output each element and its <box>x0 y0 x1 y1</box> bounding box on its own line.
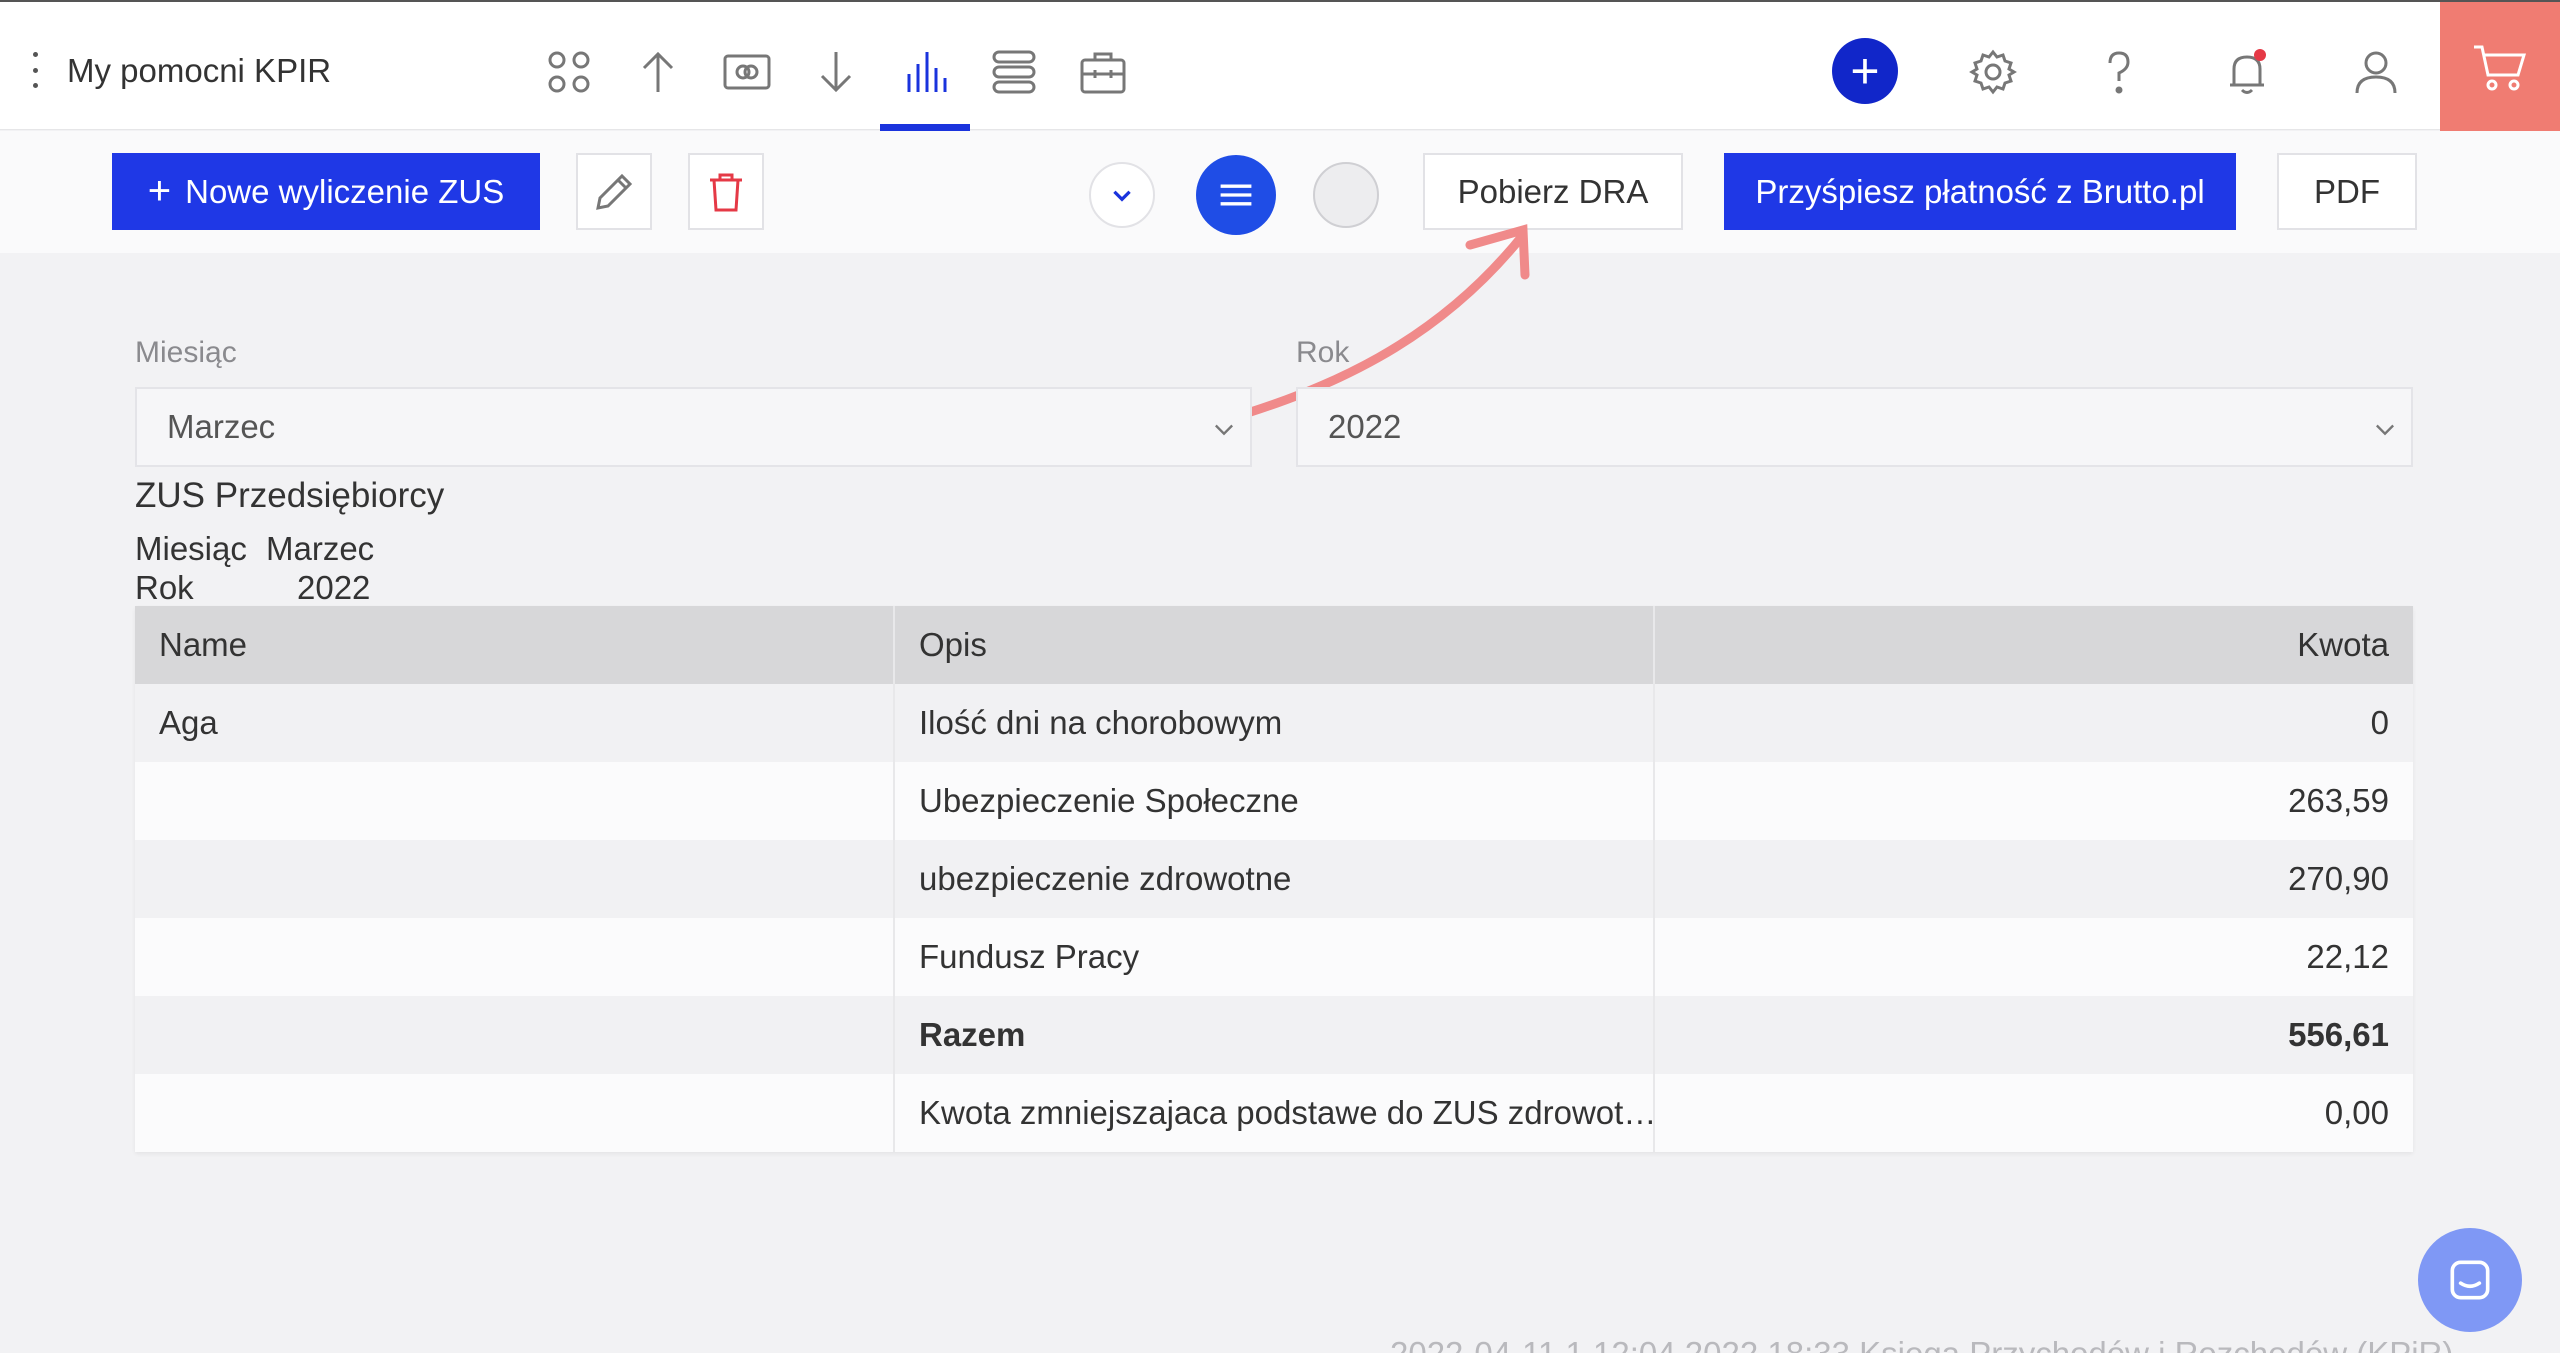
expand-toggle[interactable] <box>1089 162 1155 228</box>
column-header-description[interactable]: Opis <box>895 606 1655 684</box>
cell-description: ubezpieczenie zdrowotne <box>895 840 1655 918</box>
top-bar: My pomocni KPIR + <box>0 0 2560 132</box>
chat-icon <box>2450 1260 2490 1300</box>
cart-button[interactable] <box>2440 2 2560 132</box>
cell-amount: 0,00 <box>2324 1094 2389 1131</box>
table-row[interactable]: Ubezpieczenie Społeczne 263,59 <box>135 762 2413 840</box>
table-row[interactable]: Kwota zmniejszajaca podstawe do ZUS zdro… <box>135 1074 2413 1152</box>
table-row[interactable]: Fundusz Pracy 22,12 <box>135 918 2413 996</box>
new-zus-calculation-button[interactable]: + Nowe wyliczenie ZUS <box>112 153 540 230</box>
cell-name <box>135 918 895 996</box>
kebab-menu-icon[interactable] <box>30 52 40 88</box>
user-icon[interactable] <box>2346 42 2406 102</box>
arrow-down-icon[interactable] <box>806 42 866 102</box>
meta-month-label: Miesiąc <box>135 530 247 567</box>
cell-description: Ubezpieczenie Społeczne <box>895 762 1655 840</box>
cell-name <box>135 762 895 840</box>
arrow-up-icon[interactable] <box>628 42 688 102</box>
table-header: Name Opis Kwota <box>135 606 2413 684</box>
month-label: Miesiąc <box>135 336 237 369</box>
cell-name <box>135 996 895 1074</box>
meta-year-label: Rok <box>135 569 194 606</box>
trash-icon <box>710 173 742 211</box>
cell-amount: 22,12 <box>2306 938 2389 975</box>
chat-button[interactable] <box>2418 1228 2522 1332</box>
delete-button[interactable] <box>688 153 764 230</box>
cell-name <box>135 1074 895 1152</box>
add-button[interactable]: + <box>1832 38 1898 104</box>
column-header-name[interactable]: Name <box>135 606 895 684</box>
year-label: Rok <box>1296 336 1350 369</box>
bar-chart-icon[interactable] <box>895 42 955 102</box>
pdf-button[interactable]: PDF <box>2277 153 2417 230</box>
cell-description: Kwota zmniejszajaca podstawe do ZUS zdro… <box>895 1074 1655 1152</box>
cell-amount: 556,61 <box>2288 1016 2389 1053</box>
plus-icon: + <box>147 169 172 213</box>
cart-icon <box>2474 45 2527 91</box>
chevron-down-icon <box>1113 190 1131 202</box>
pencil-icon <box>596 173 633 210</box>
table-row-total[interactable]: Razem 556,61 <box>135 996 2413 1074</box>
table-body: Aga Ilość dni na chorobowym 0 Ubezpiecze… <box>135 684 2413 1152</box>
list-icon[interactable] <box>984 42 1044 102</box>
money-icon[interactable] <box>717 42 777 102</box>
zus-table: Name Opis Kwota Aga Ilość dni na chorobo… <box>135 606 2413 1152</box>
year-select[interactable]: 2022 <box>1296 387 2413 467</box>
chevron-down-icon <box>1215 424 1233 436</box>
column-header-amount[interactable]: Kwota <box>1655 606 2413 684</box>
briefcase-icon[interactable] <box>1073 42 1133 102</box>
meta-month-value: Marzec <box>266 530 375 567</box>
plus-icon: + <box>1850 43 1880 99</box>
cell-description: Razem <box>895 996 1655 1074</box>
chevron-down-icon <box>2376 424 2394 436</box>
cell-description: Ilość dni na chorobowym <box>895 684 1655 762</box>
table-row[interactable]: ubezpieczenie zdrowotne 270,90 <box>135 840 2413 918</box>
cell-name: Aga <box>135 684 895 762</box>
footer-text: 2022-04-11 1 12:04 2022 18:33 Księga Prz… <box>1390 1335 2453 1353</box>
app-title: My pomocni KPIR <box>67 52 332 89</box>
section-title: ZUS Przedsiębiorcy <box>135 476 445 515</box>
month-select[interactable]: Marzec <box>135 387 1252 467</box>
cell-description: Fundusz Pracy <box>895 918 1655 996</box>
help-icon[interactable] <box>2089 42 2149 102</box>
speed-payment-button[interactable]: Przyśpiesz płatność z Brutto.pl <box>1724 153 2236 230</box>
bell-icon[interactable] <box>2217 42 2277 102</box>
cell-amount: 0 <box>2370 704 2389 741</box>
meta-year-value: 2022 <box>297 569 371 606</box>
apps-icon[interactable] <box>539 42 599 102</box>
cell-amount: 270,90 <box>2288 860 2389 897</box>
edit-button[interactable] <box>576 153 652 230</box>
cell-name <box>135 840 895 918</box>
gear-icon[interactable] <box>1963 42 2023 102</box>
cell-amount: 263,59 <box>2288 782 2389 819</box>
table-row[interactable]: Aga Ilość dni na chorobowym 0 <box>135 684 2413 762</box>
